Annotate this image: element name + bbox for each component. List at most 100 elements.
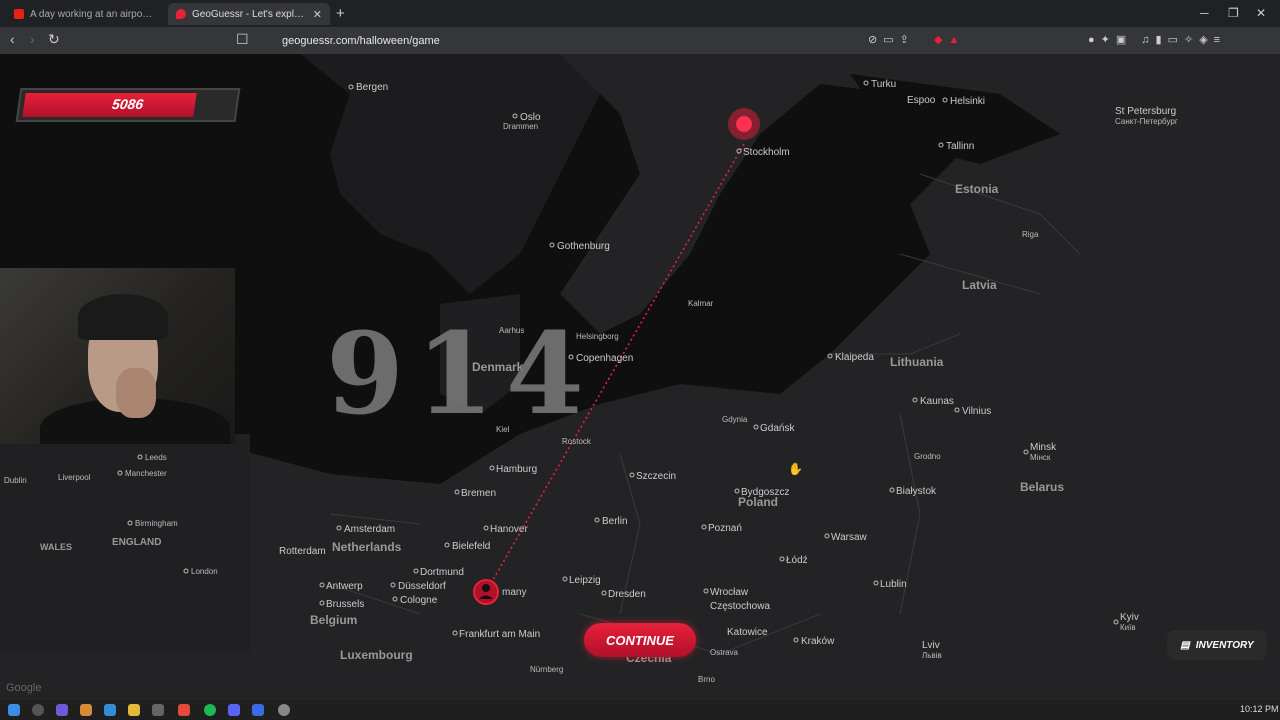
webcam-overlay <box>0 268 235 444</box>
city-label: Львів <box>922 651 942 660</box>
city-label: Санкт-Петербург <box>1115 117 1178 126</box>
spotify-icon[interactable] <box>204 704 216 716</box>
city-label: Poznań <box>708 523 742 534</box>
inventory-label: INVENTORY <box>1195 639 1254 651</box>
city-label: Kyiv <box>1120 612 1139 623</box>
city-label: Gdynia <box>722 415 748 424</box>
city-label: Minsk <box>1030 442 1057 453</box>
city-label: Hamburg <box>496 464 537 475</box>
city-label: Manchester <box>125 469 167 478</box>
city-label: Bydgoszcz <box>741 487 789 498</box>
city-label: Antwerp <box>326 581 363 592</box>
country-label: Latvia <box>962 278 997 292</box>
city-label: Київ <box>1120 623 1136 632</box>
city-label: Wrocław <box>710 587 749 598</box>
distance-number: 914 <box>326 309 596 440</box>
city-label: Мінск <box>1030 453 1051 462</box>
city-label: Kaunas <box>920 396 954 407</box>
app-icon[interactable] <box>252 704 264 716</box>
city-label: Dresden <box>608 589 646 600</box>
taskbar: 10:12 PM <box>0 700 1280 720</box>
forward-button[interactable]: › <box>30 31 35 47</box>
discord-icon[interactable] <box>228 704 240 716</box>
taskbar-clock: 10:12 PM <box>1240 704 1279 714</box>
city-label: Riga <box>1022 230 1039 239</box>
city-label: London <box>191 567 218 576</box>
city-label: Rotterdam <box>279 546 326 557</box>
reload-button[interactable]: ↻ <box>48 31 60 48</box>
tab-label: A day working at an airport: what ha <box>30 8 154 20</box>
tab-youtube[interactable]: A day working at an airport: what ha <box>6 3 162 25</box>
geoguessr-result-page: Estonia Latvia Lithuania Denmark Netherl… <box>0 54 1280 700</box>
restore-button[interactable]: ❐ <box>1228 6 1239 20</box>
country-label: WALES <box>40 542 72 552</box>
geoguessr-pin-icon <box>176 9 186 19</box>
city-label: Warsaw <box>831 532 868 543</box>
city-label: Turku <box>871 79 896 90</box>
city-label: Gothenburg <box>557 241 610 252</box>
city-label: Espoo <box>907 95 936 106</box>
city-label: Bielefeld <box>452 541 490 552</box>
city-label: Brussels <box>326 599 364 610</box>
edge-icon[interactable] <box>104 704 116 716</box>
country-label: ENGLAND <box>112 537 161 548</box>
city-label: Birmingham <box>135 519 178 528</box>
map-attribution: Google <box>6 682 42 694</box>
city-label: Cologne <box>400 595 438 606</box>
brave-shields-icon[interactable]: ◆▲ <box>934 33 965 46</box>
city-label: Dublin <box>4 476 27 485</box>
city-label: Kraków <box>801 636 835 647</box>
city-label: Düsseldorf <box>398 581 446 592</box>
city-label: Leeds <box>145 453 167 462</box>
close-window-button[interactable]: ✕ <box>1256 6 1266 20</box>
address-bar-icons[interactable]: ⊘▭⇪ <box>868 33 915 46</box>
country-label: Estonia <box>955 182 999 196</box>
country-label: Lithuania <box>890 355 944 369</box>
obs-icon[interactable] <box>278 704 290 716</box>
city-label: Berlin <box>602 516 628 527</box>
tab-geoguessr[interactable]: GeoGuessr - Let's explore the ✕ <box>168 3 330 25</box>
city-label: Bergen <box>356 82 388 93</box>
city-label: Grodno <box>914 452 941 461</box>
map-tooltip-text: many <box>502 587 526 598</box>
inventory-icon: ▤ <box>1180 639 1190 651</box>
teams-icon[interactable] <box>56 704 68 716</box>
city-label: Frankfurt am Main <box>459 629 540 640</box>
continue-button[interactable]: CONTINUE <box>584 623 696 657</box>
city-label: Katowice <box>727 627 768 638</box>
city-label: Bremen <box>461 488 496 499</box>
store-icon[interactable] <box>152 704 164 716</box>
brave-icon[interactable] <box>178 704 190 716</box>
search-icon[interactable] <box>32 704 44 716</box>
new-tab-button[interactable]: + <box>336 5 345 22</box>
city-label: Gdańsk <box>760 423 795 434</box>
close-tab-icon[interactable]: ✕ <box>313 8 322 21</box>
country-label: Netherlands <box>332 540 402 554</box>
hand-cursor-icon: ✋ <box>788 462 803 476</box>
minimize-button[interactable]: ─ <box>1200 6 1209 20</box>
city-label: Drammen <box>503 122 538 131</box>
country-label: Belgium <box>310 613 357 627</box>
city-label: Vilnius <box>962 406 991 417</box>
youtube-icon <box>14 9 24 19</box>
city-label: Amsterdam <box>344 524 395 535</box>
bookmark-icon[interactable]: ☐ <box>236 31 249 48</box>
windows-start-icon[interactable] <box>8 704 20 716</box>
city-label: Białystok <box>896 486 937 497</box>
back-button[interactable]: ‹ <box>10 31 15 47</box>
file-explorer-icon[interactable] <box>128 704 140 716</box>
city-label: Szczecin <box>636 471 676 482</box>
browser-tab-bar: A day working at an airport: what ha Geo… <box>0 0 1280 27</box>
city-label: Stockholm <box>743 147 790 158</box>
city-label: Tallinn <box>946 141 974 152</box>
extension-icons[interactable]: ●✦▣ ♫▮▭✧◈≡ <box>1088 33 1226 46</box>
score-bar: 5086 <box>15 88 241 122</box>
city-label: Dortmund <box>420 567 464 578</box>
city-label: Lublin <box>880 579 907 590</box>
city-label: Nürnberg <box>530 665 563 674</box>
country-label: Belarus <box>1020 480 1064 494</box>
city-label: Brno <box>698 675 715 684</box>
inventory-button[interactable]: ▤ INVENTORY <box>1167 630 1267 660</box>
url-text: geoguessr.com/halloween/game <box>282 34 440 47</box>
app-icon[interactable] <box>80 704 92 716</box>
